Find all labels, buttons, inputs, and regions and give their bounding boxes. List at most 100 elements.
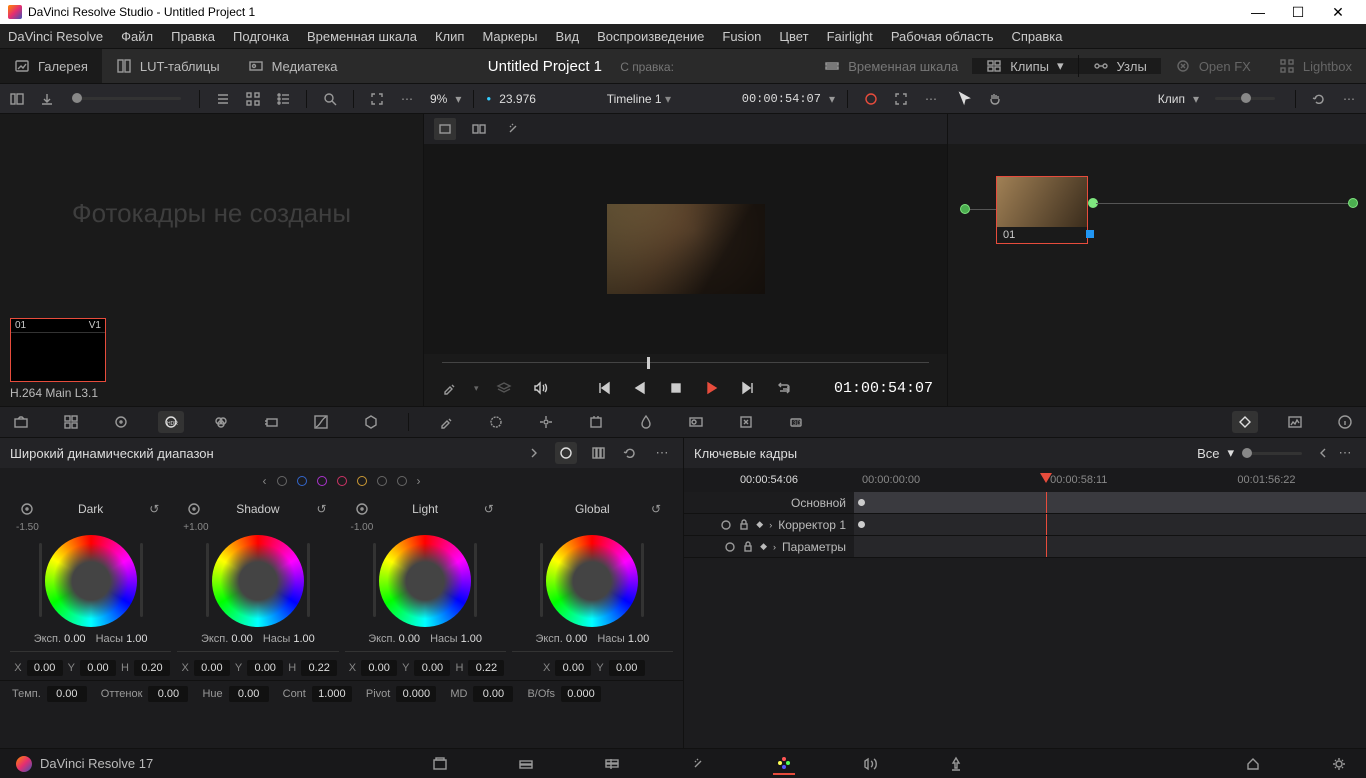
color-wheel[interactable] bbox=[546, 535, 638, 627]
menu-fusion[interactable]: Fusion bbox=[722, 29, 761, 44]
reset-icon[interactable]: ↺ bbox=[478, 498, 500, 520]
chevron-down-icon[interactable]: ▾ bbox=[829, 92, 835, 106]
wheel-mode-icon[interactable] bbox=[555, 442, 577, 464]
timeline-toggle[interactable]: Временная шкала bbox=[810, 58, 972, 74]
page-cut-icon[interactable] bbox=[515, 753, 537, 775]
playhead-icon[interactable] bbox=[647, 357, 650, 369]
keyframes-zoom-slider[interactable] bbox=[1242, 452, 1302, 455]
zone-next-icon[interactable]: › bbox=[417, 474, 421, 488]
fullscreen-icon[interactable] bbox=[890, 88, 912, 110]
viewer-scrubber[interactable] bbox=[424, 354, 947, 370]
nodes-toggle[interactable]: Узлы bbox=[1079, 58, 1161, 74]
target-icon[interactable] bbox=[351, 498, 373, 520]
gallery-toggle[interactable]: Галерея bbox=[0, 49, 102, 83]
lightbox-toggle[interactable]: Lightbox bbox=[1265, 58, 1366, 74]
import-still-icon[interactable] bbox=[36, 88, 58, 110]
warper-icon[interactable] bbox=[358, 411, 384, 433]
more-icon[interactable]: ⋯ bbox=[1334, 442, 1356, 464]
color-match-icon[interactable] bbox=[58, 411, 84, 433]
color-viewer-icon[interactable] bbox=[860, 88, 882, 110]
tracker-icon[interactable] bbox=[533, 411, 559, 433]
zone-prev-icon[interactable]: ‹ bbox=[263, 474, 267, 488]
wheel-h-value[interactable]: 0.20 bbox=[134, 660, 170, 676]
loop-icon[interactable] bbox=[773, 377, 795, 399]
chevron-down-icon[interactable]: ▾ bbox=[455, 92, 461, 106]
window-minimize-button[interactable]: — bbox=[1238, 4, 1278, 20]
menu-color[interactable]: Цвет bbox=[779, 29, 808, 44]
clip-thumbnail[interactable]: 01V1 bbox=[10, 318, 106, 382]
expand-panel-icon[interactable] bbox=[523, 442, 545, 464]
zone-dot[interactable] bbox=[277, 476, 287, 486]
window-maximize-button[interactable]: ☐ bbox=[1278, 4, 1318, 21]
lock-icon[interactable] bbox=[738, 519, 750, 531]
chevron-right-icon[interactable]: › bbox=[773, 542, 776, 552]
window-icon[interactable] bbox=[483, 411, 509, 433]
chevron-right-icon[interactable]: › bbox=[769, 520, 772, 530]
nodes-zoom-slider[interactable] bbox=[1215, 97, 1275, 100]
node-graph-input[interactable] bbox=[960, 204, 970, 214]
reset-icon[interactable]: ↺ bbox=[311, 498, 333, 520]
collapse-right-icon[interactable] bbox=[1312, 442, 1334, 464]
sidebar-toggle-icon[interactable] bbox=[6, 88, 28, 110]
zone-dot[interactable] bbox=[397, 476, 407, 486]
keyframe-row-main[interactable]: Основной bbox=[684, 492, 1366, 514]
menu-playback[interactable]: Воспроизведение bbox=[597, 29, 704, 44]
keyframes-palette-icon[interactable] bbox=[1232, 411, 1258, 433]
scopes-icon[interactable] bbox=[1282, 411, 1308, 433]
dual-viewer-icon[interactable] bbox=[468, 118, 490, 140]
play-reverse-icon[interactable] bbox=[629, 377, 651, 399]
eye-icon[interactable] bbox=[724, 541, 736, 553]
pointer-tool-icon[interactable] bbox=[954, 88, 976, 110]
color-wheel[interactable] bbox=[379, 535, 471, 627]
zone-dot[interactable] bbox=[337, 476, 347, 486]
menu-clip[interactable]: Клип bbox=[435, 29, 464, 44]
chevron-down-icon[interactable]: ▾ bbox=[474, 383, 479, 394]
tint-value[interactable]: 0.00 bbox=[148, 686, 188, 702]
page-fusion-icon[interactable] bbox=[687, 753, 709, 775]
project-settings-icon[interactable] bbox=[1328, 753, 1350, 775]
page-edit-icon[interactable] bbox=[601, 753, 623, 775]
diamond-icon[interactable]: ◆ bbox=[760, 541, 767, 552]
bars-mode-icon[interactable] bbox=[587, 442, 609, 464]
wheel-side-slider[interactable] bbox=[474, 543, 477, 617]
magic-mask-icon[interactable] bbox=[583, 411, 609, 433]
reset-icon[interactable]: ↺ bbox=[645, 498, 667, 520]
menu-timeline[interactable]: Временная шкала bbox=[307, 29, 417, 44]
keyframe-dot[interactable] bbox=[858, 521, 865, 528]
temp-value[interactable]: 0.00 bbox=[47, 686, 87, 702]
next-clip-icon[interactable] bbox=[737, 377, 759, 399]
nodes-mode-label[interactable]: Клип bbox=[1158, 92, 1185, 106]
md-value[interactable]: 0.00 bbox=[473, 686, 513, 702]
menu-help[interactable]: Справка bbox=[1011, 29, 1062, 44]
clips-toggle[interactable]: Клипы ▾ bbox=[972, 58, 1077, 74]
motion-icon[interactable] bbox=[258, 411, 284, 433]
zone-dot[interactable] bbox=[377, 476, 387, 486]
page-fairlight-icon[interactable] bbox=[859, 753, 881, 775]
keyframes-filter[interactable]: Все bbox=[1197, 446, 1219, 461]
zoom-value[interactable]: 9% bbox=[430, 92, 447, 106]
node-01[interactable]: 01 bbox=[996, 176, 1088, 244]
menu-edit[interactable]: Правка bbox=[171, 29, 215, 44]
menu-file[interactable]: Файл bbox=[121, 29, 153, 44]
color-wheel[interactable] bbox=[212, 535, 304, 627]
project-manager-icon[interactable] bbox=[1242, 753, 1264, 775]
hdr-icon[interactable]: HDR bbox=[158, 411, 184, 433]
page-deliver-icon[interactable] bbox=[945, 753, 967, 775]
diamond-icon[interactable]: ◆ bbox=[756, 519, 763, 530]
wheel-side-slider[interactable] bbox=[307, 543, 310, 617]
menu-markers[interactable]: Маркеры bbox=[482, 29, 537, 44]
blur-icon[interactable] bbox=[633, 411, 659, 433]
rgb-mixer-icon[interactable] bbox=[208, 411, 234, 433]
more-icon[interactable]: ⋯ bbox=[651, 442, 673, 464]
openfx-toggle[interactable]: Open FX bbox=[1161, 58, 1265, 74]
audio-icon[interactable] bbox=[529, 377, 551, 399]
lock-icon[interactable] bbox=[742, 541, 754, 553]
wheel-side-slider[interactable] bbox=[206, 543, 209, 617]
more-icon[interactable]: ⋯ bbox=[396, 88, 418, 110]
timeline-name[interactable]: Timeline 1 bbox=[607, 92, 662, 106]
page-color-icon[interactable] bbox=[773, 753, 795, 775]
viewer-video-area[interactable] bbox=[424, 144, 947, 354]
menu-trim[interactable]: Подгонка bbox=[233, 29, 289, 44]
3d-icon[interactable]: 3D bbox=[783, 411, 809, 433]
wheel-side-slider[interactable] bbox=[140, 543, 143, 617]
